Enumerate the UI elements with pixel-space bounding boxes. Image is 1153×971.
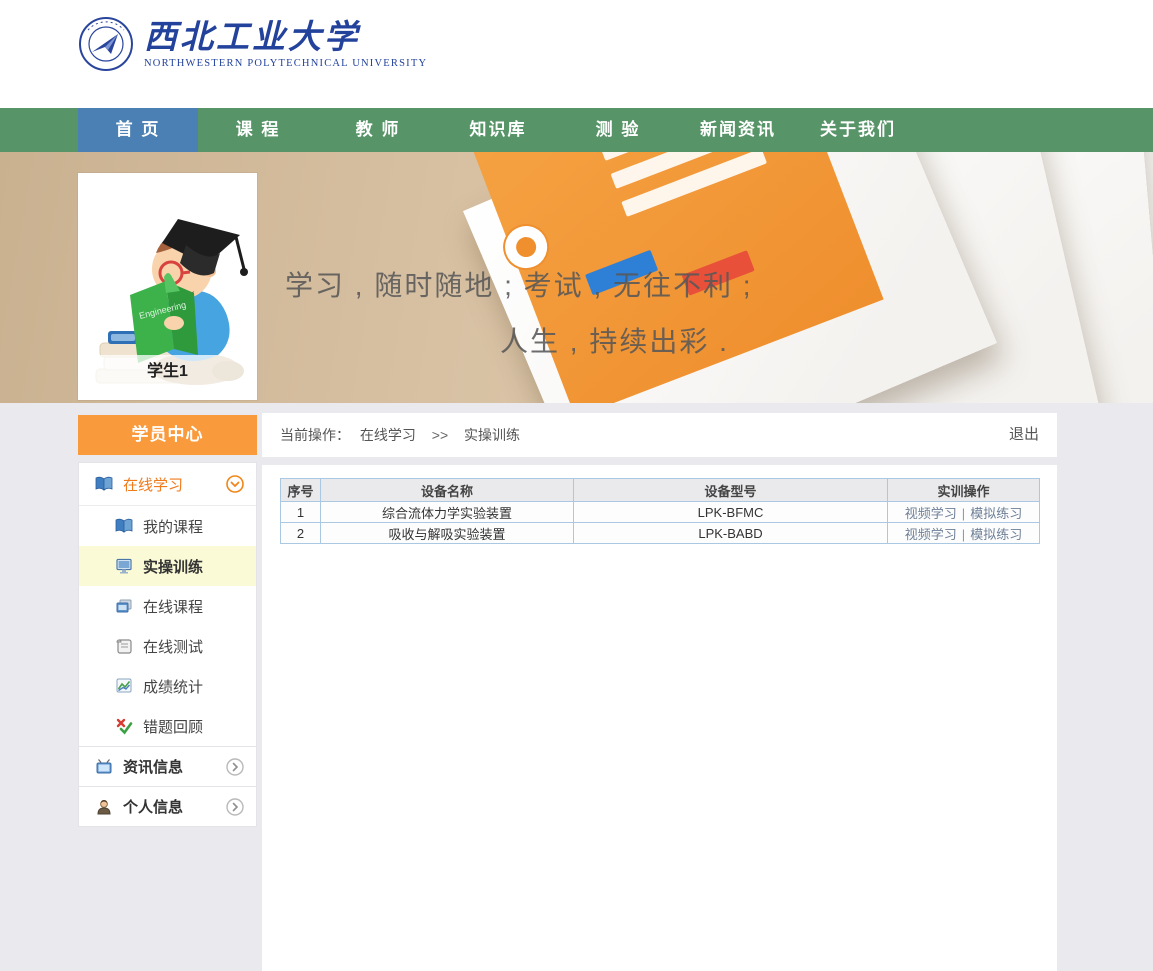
chevron-right-icon (226, 758, 244, 776)
sidebar-item-news-info[interactable]: 资讯信息 (79, 746, 256, 786)
hero-banner: 学习 , 随时随地 ; 考试 , 无往不利 ; 人生 , 持续出彩 . (0, 152, 1153, 403)
sidebar-item-my-courses[interactable]: 我的课程 (79, 506, 256, 546)
x-check-icon (115, 717, 133, 735)
sidebar-item-label: 我的课程 (143, 516, 203, 537)
breadcrumb-current-page: 实操训练 (464, 427, 520, 443)
scroll-icon (115, 637, 133, 655)
col-header-equipment-name: 设备名称 (321, 479, 574, 502)
logout-button[interactable]: 退出 (1009, 413, 1039, 457)
banner-slogan-line1: 学习 , 随时随地 ; 考试 , 无往不利 ; (285, 264, 753, 304)
sidebar-item-label: 在线测试 (143, 636, 203, 657)
video-learning-link[interactable]: 视频学习 (905, 527, 957, 542)
nav-tab-courses[interactable]: 课 程 (198, 108, 318, 152)
sidebar-item-label: 成绩统计 (143, 676, 203, 697)
person-icon (95, 798, 113, 816)
breadcrumb-prefix: 当前操作： (280, 427, 350, 443)
sidebar-item-label: 错题回顾 (143, 716, 203, 737)
breadcrumb: 当前操作： 在线学习 >> 实操训练 退出 (262, 413, 1057, 457)
university-emblem-icon (78, 16, 134, 72)
nav-tab-teachers[interactable]: 教 师 (318, 108, 438, 152)
main-nav: 首 页 课 程 教 师 知识库 测 验 新闻资讯 关于我们 (0, 108, 1153, 152)
cell-equipment-model: LPK-BFMC (574, 502, 888, 523)
cell-operations: 视频学习 | 模拟练习 (888, 502, 1040, 523)
cell-equipment-name: 吸收与解吸实验装置 (321, 523, 574, 544)
simulation-practice-link[interactable]: 模拟练习 (970, 527, 1022, 542)
sidebar-item-online-test[interactable]: 在线测试 (79, 626, 256, 666)
university-name-cn: 西北工业大学 (144, 19, 427, 55)
operation-separator: | (962, 506, 965, 521)
university-name-en: NORTHWESTERN POLYTECHNICAL UNIVERSITY (144, 58, 427, 69)
table-header-row: 序号 设备名称 设备型号 实训操作 (281, 479, 1040, 502)
windows-stack-icon (115, 597, 133, 615)
sidebar-item-label: 在线课程 (143, 596, 203, 617)
open-book-icon (115, 517, 133, 535)
col-header-training-operation: 实训操作 (888, 479, 1040, 502)
breadcrumb-separator: >> (432, 427, 448, 443)
chart-icon (115, 677, 133, 695)
col-header-equipment-model: 设备型号 (574, 479, 888, 502)
breadcrumb-section: 在线学习 (360, 427, 416, 443)
nav-tab-tests[interactable]: 测 验 (558, 108, 678, 152)
table-row: 2 吸收与解吸实验装置 LPK-BABD 视频学习 | 模拟练习 (281, 523, 1040, 544)
cell-equipment-model: LPK-BABD (574, 523, 888, 544)
cell-operations: 视频学习 | 模拟练习 (888, 523, 1040, 544)
student-center-sidebar: 学员中心 在线学习 我的课程 (78, 415, 257, 827)
main-content: 当前操作： 在线学习 >> 实操训练 退出 序号 设备名称 设备型号 实训操作 … (262, 413, 1057, 971)
tv-icon (95, 758, 113, 776)
nav-tab-news[interactable]: 新闻资讯 (678, 108, 798, 152)
cell-equipment-name: 综合流体力学实验装置 (321, 502, 574, 523)
sidebar-item-practical-training[interactable]: 实操训练 (79, 546, 256, 586)
sidebar-item-score-statistics[interactable]: 成绩统计 (79, 666, 256, 706)
sidebar-item-label: 资讯信息 (123, 756, 183, 777)
monitor-icon (115, 557, 133, 575)
cell-index: 1 (281, 502, 321, 523)
university-logo: 西北工业大学 NORTHWESTERN POLYTECHNICAL UNIVER… (78, 16, 427, 72)
sidebar-item-label: 实操训练 (143, 556, 203, 577)
sidebar-item-label: 在线学习 (123, 474, 183, 495)
student-name-label: 学生1 (78, 355, 257, 388)
sidebar-item-label: 个人信息 (123, 796, 183, 817)
table-row: 1 综合流体力学实验装置 LPK-BFMC 视频学习 | 模拟练习 (281, 502, 1040, 523)
equipment-table: 序号 设备名称 设备型号 实训操作 1 综合流体力学实验装置 LPK-BFMC … (280, 478, 1040, 544)
operation-separator: | (962, 527, 965, 542)
sidebar-title: 学员中心 (78, 415, 257, 455)
video-learning-link[interactable]: 视频学习 (905, 506, 957, 521)
nav-tab-about[interactable]: 关于我们 (798, 108, 918, 152)
student-avatar-card: Engineering 学生1 (78, 173, 257, 400)
nav-tab-knowledge-base[interactable]: 知识库 (438, 108, 558, 152)
cell-index: 2 (281, 523, 321, 544)
nav-tab-home[interactable]: 首 页 (78, 108, 198, 152)
sidebar-item-wrong-question-review[interactable]: 错题回顾 (79, 706, 256, 746)
sidebar-item-personal-info[interactable]: 个人信息 (79, 786, 256, 826)
content-panel: 序号 设备名称 设备型号 实训操作 1 综合流体力学实验装置 LPK-BFMC … (262, 465, 1057, 971)
sidebar-item-online-learning[interactable]: 在线学习 (79, 463, 256, 506)
chevron-right-icon (226, 798, 244, 816)
site-header: 西北工业大学 NORTHWESTERN POLYTECHNICAL UNIVER… (0, 0, 1153, 108)
sidebar-menu: 在线学习 我的课程 实操训练 (78, 462, 257, 827)
open-book-icon (95, 475, 113, 493)
col-header-index: 序号 (281, 479, 321, 502)
chevron-down-icon (226, 475, 244, 493)
banner-slogan-line2: 人生 , 持续出彩 . (500, 320, 729, 360)
sidebar-item-online-courses[interactable]: 在线课程 (79, 586, 256, 626)
simulation-practice-link[interactable]: 模拟练习 (970, 506, 1022, 521)
